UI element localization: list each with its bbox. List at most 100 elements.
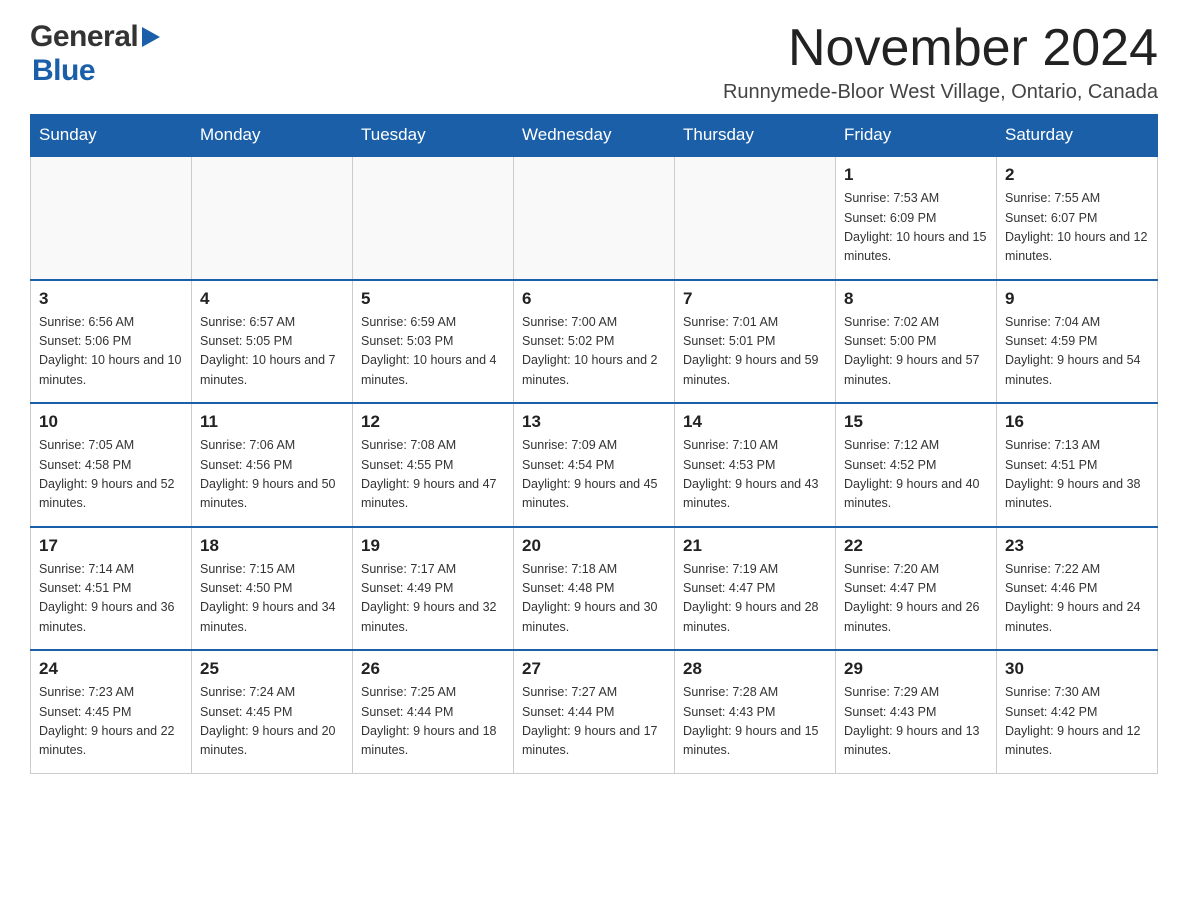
day-cell-15: 10 Sunrise: 7:05 AMSunset: 4:58 PMDayligh… bbox=[31, 403, 192, 527]
day-cell-17: 12Sunrise: 7:08 AMSunset: 4:55 PMDayligh… bbox=[353, 403, 514, 527]
day-info: Sunrise: 7:27 AMSunset: 4:44 PMDaylight:… bbox=[522, 683, 666, 761]
day-cell-29: 24 Sunrise: 7:23 AMSunset: 4:45 PMDayligh… bbox=[31, 650, 192, 773]
day-info: Sunrise: 7:09 AMSunset: 4:54 PMDaylight:… bbox=[522, 436, 666, 514]
day-number: 20 bbox=[522, 536, 666, 556]
day-info: Sunrise: 7:28 AMSunset: 4:43 PMDaylight:… bbox=[683, 683, 827, 761]
day-number: 10 bbox=[39, 412, 183, 432]
header-friday: Friday bbox=[836, 115, 997, 157]
day-number: 4 bbox=[200, 289, 344, 309]
day-cell-19: 14 Sunrise: 7:10 AMSunset: 4:53 PMDayligh… bbox=[675, 403, 836, 527]
day-number: 25 bbox=[200, 659, 344, 679]
day-cell-27: 22Sunrise: 7:20 AMSunset: 4:47 PMDayligh… bbox=[836, 527, 997, 651]
day-number: 15 bbox=[844, 412, 988, 432]
header-saturday: Saturday bbox=[997, 115, 1158, 157]
page-header: General Blue November 2024 Runnymede-Blo… bbox=[30, 20, 1158, 104]
day-cell-34: 29 Sunrise: 7:29 AMSunset: 4:43 PMDayligh… bbox=[836, 650, 997, 773]
day-number: 17 bbox=[39, 536, 183, 556]
logo: General Blue bbox=[30, 20, 160, 88]
day-number: 5 bbox=[361, 289, 505, 309]
day-cell-1 bbox=[31, 156, 192, 280]
day-info: Sunrise: 7:15 AMSunset: 4:50 PMDaylight:… bbox=[200, 560, 344, 638]
day-cell-20: 15 Sunrise: 7:12 AMSunset: 4:52 PMDayligh… bbox=[836, 403, 997, 527]
day-number: 1 bbox=[844, 165, 988, 185]
day-number: 30 bbox=[1005, 659, 1149, 679]
header-tuesday: Tuesday bbox=[353, 115, 514, 157]
day-info: Sunrise: 7:12 AMSunset: 4:52 PMDaylight:… bbox=[844, 436, 988, 514]
day-info: Sunrise: 7:53 AMSunset: 6:09 PMDaylight:… bbox=[844, 189, 988, 267]
week-row-3: 10 Sunrise: 7:05 AMSunset: 4:58 PMDayligh… bbox=[31, 403, 1158, 527]
day-cell-22: 17 Sunrise: 7:14 AMSunset: 4:51 PMDayligh… bbox=[31, 527, 192, 651]
day-cell-30: 25 Sunrise: 7:24 AMSunset: 4:45 PMDayligh… bbox=[192, 650, 353, 773]
day-cell-24: 19Sunrise: 7:17 AMSunset: 4:49 PMDayligh… bbox=[353, 527, 514, 651]
day-cell-4 bbox=[514, 156, 675, 280]
day-number: 27 bbox=[522, 659, 666, 679]
day-cell-7: 2 Sunrise: 7:55 AMSunset: 6:07 PMDaylight… bbox=[997, 156, 1158, 280]
day-info: Sunrise: 7:05 AMSunset: 4:58 PMDaylight:… bbox=[39, 436, 183, 514]
day-number: 6 bbox=[522, 289, 666, 309]
day-cell-10: 5Sunrise: 6:59 AMSunset: 5:03 PMDaylight… bbox=[353, 280, 514, 404]
day-info: Sunrise: 7:55 AMSunset: 6:07 PMDaylight:… bbox=[1005, 189, 1149, 267]
day-info: Sunrise: 7:14 AMSunset: 4:51 PMDaylight:… bbox=[39, 560, 183, 638]
day-cell-32: 27 Sunrise: 7:27 AMSunset: 4:44 PMDayligh… bbox=[514, 650, 675, 773]
logo-blue-text: Blue bbox=[32, 54, 95, 87]
day-info: Sunrise: 7:25 AMSunset: 4:44 PMDaylight:… bbox=[361, 683, 505, 761]
day-cell-18: 13Sunrise: 7:09 AMSunset: 4:54 PMDayligh… bbox=[514, 403, 675, 527]
day-cell-25: 20 Sunrise: 7:18 AMSunset: 4:48 PMDayligh… bbox=[514, 527, 675, 651]
day-info: Sunrise: 6:57 AMSunset: 5:05 PMDaylight:… bbox=[200, 313, 344, 391]
day-info: Sunrise: 7:06 AMSunset: 4:56 PMDaylight:… bbox=[200, 436, 344, 514]
day-info: Sunrise: 7:18 AMSunset: 4:48 PMDaylight:… bbox=[522, 560, 666, 638]
day-number: 28 bbox=[683, 659, 827, 679]
day-info: Sunrise: 7:19 AMSunset: 4:47 PMDaylight:… bbox=[683, 560, 827, 638]
day-info: Sunrise: 7:29 AMSunset: 4:43 PMDaylight:… bbox=[844, 683, 988, 761]
header-thursday: Thursday bbox=[675, 115, 836, 157]
day-number: 11 bbox=[200, 412, 344, 432]
weekday-header-row: Sunday Monday Tuesday Wednesday Thursday… bbox=[31, 115, 1158, 157]
day-cell-26: 21 Sunrise: 7:19 AMSunset: 4:47 PMDayligh… bbox=[675, 527, 836, 651]
day-cell-11: 6Sunrise: 7:00 AMSunset: 5:02 PMDaylight… bbox=[514, 280, 675, 404]
day-number: 14 bbox=[683, 412, 827, 432]
day-info: Sunrise: 7:22 AMSunset: 4:46 PMDaylight:… bbox=[1005, 560, 1149, 638]
calendar-table: Sunday Monday Tuesday Wednesday Thursday… bbox=[30, 114, 1158, 774]
title-block: November 2024 Runnymede-Bloor West Villa… bbox=[723, 20, 1158, 104]
day-number: 7 bbox=[683, 289, 827, 309]
day-cell-6: 1 Sunrise: 7:53 AMSunset: 6:09 PMDaylight… bbox=[836, 156, 997, 280]
day-cell-2 bbox=[192, 156, 353, 280]
day-number: 8 bbox=[844, 289, 988, 309]
day-info: Sunrise: 7:10 AMSunset: 4:53 PMDaylight:… bbox=[683, 436, 827, 514]
logo-triangle-icon bbox=[142, 27, 160, 52]
day-cell-21: 16 Sunrise: 7:13 AMSunset: 4:51 PMDayligh… bbox=[997, 403, 1158, 527]
day-info: Sunrise: 6:56 AMSunset: 5:06 PMDaylight:… bbox=[39, 313, 183, 391]
header-sunday: Sunday bbox=[31, 115, 192, 157]
day-cell-35: 30 Sunrise: 7:30 AMSunset: 4:42 PMDayligh… bbox=[997, 650, 1158, 773]
day-number: 2 bbox=[1005, 165, 1149, 185]
day-cell-8: 3 Sunrise: 6:56 AMSunset: 5:06 PMDaylight… bbox=[31, 280, 192, 404]
day-cell-31: 26 Sunrise: 7:25 AMSunset: 4:44 PMDayligh… bbox=[353, 650, 514, 773]
day-info: Sunrise: 7:23 AMSunset: 4:45 PMDaylight:… bbox=[39, 683, 183, 761]
day-number: 16 bbox=[1005, 412, 1149, 432]
day-cell-23: 18 Sunrise: 7:15 AMSunset: 4:50 PMDayligh… bbox=[192, 527, 353, 651]
day-number: 3 bbox=[39, 289, 183, 309]
day-info: Sunrise: 7:13 AMSunset: 4:51 PMDaylight:… bbox=[1005, 436, 1149, 514]
day-number: 21 bbox=[683, 536, 827, 556]
month-year-title: November 2024 bbox=[723, 20, 1158, 77]
day-number: 26 bbox=[361, 659, 505, 679]
day-info: Sunrise: 7:24 AMSunset: 4:45 PMDaylight:… bbox=[200, 683, 344, 761]
day-info: Sunrise: 7:20 AMSunset: 4:47 PMDaylight:… bbox=[844, 560, 988, 638]
day-number: 18 bbox=[200, 536, 344, 556]
day-cell-13: 8 Sunrise: 7:02 AMSunset: 5:00 PMDaylight… bbox=[836, 280, 997, 404]
day-number: 23 bbox=[1005, 536, 1149, 556]
header-monday: Monday bbox=[192, 115, 353, 157]
day-info: Sunrise: 7:02 AMSunset: 5:00 PMDaylight:… bbox=[844, 313, 988, 391]
day-number: 19 bbox=[361, 536, 505, 556]
week-row-2: 3 Sunrise: 6:56 AMSunset: 5:06 PMDaylight… bbox=[31, 280, 1158, 404]
logo-general-text: General bbox=[30, 20, 138, 54]
day-cell-33: 28 Sunrise: 7:28 AMSunset: 4:43 PMDayligh… bbox=[675, 650, 836, 773]
day-cell-9: 4 Sunrise: 6:57 AMSunset: 5:05 PMDaylight… bbox=[192, 280, 353, 404]
day-number: 24 bbox=[39, 659, 183, 679]
day-number: 29 bbox=[844, 659, 988, 679]
day-cell-16: 11 Sunrise: 7:06 AMSunset: 4:56 PMDayligh… bbox=[192, 403, 353, 527]
day-cell-3 bbox=[353, 156, 514, 280]
day-number: 12 bbox=[361, 412, 505, 432]
week-row-1: 1 Sunrise: 7:53 AMSunset: 6:09 PMDaylight… bbox=[31, 156, 1158, 280]
day-info: Sunrise: 7:30 AMSunset: 4:42 PMDaylight:… bbox=[1005, 683, 1149, 761]
